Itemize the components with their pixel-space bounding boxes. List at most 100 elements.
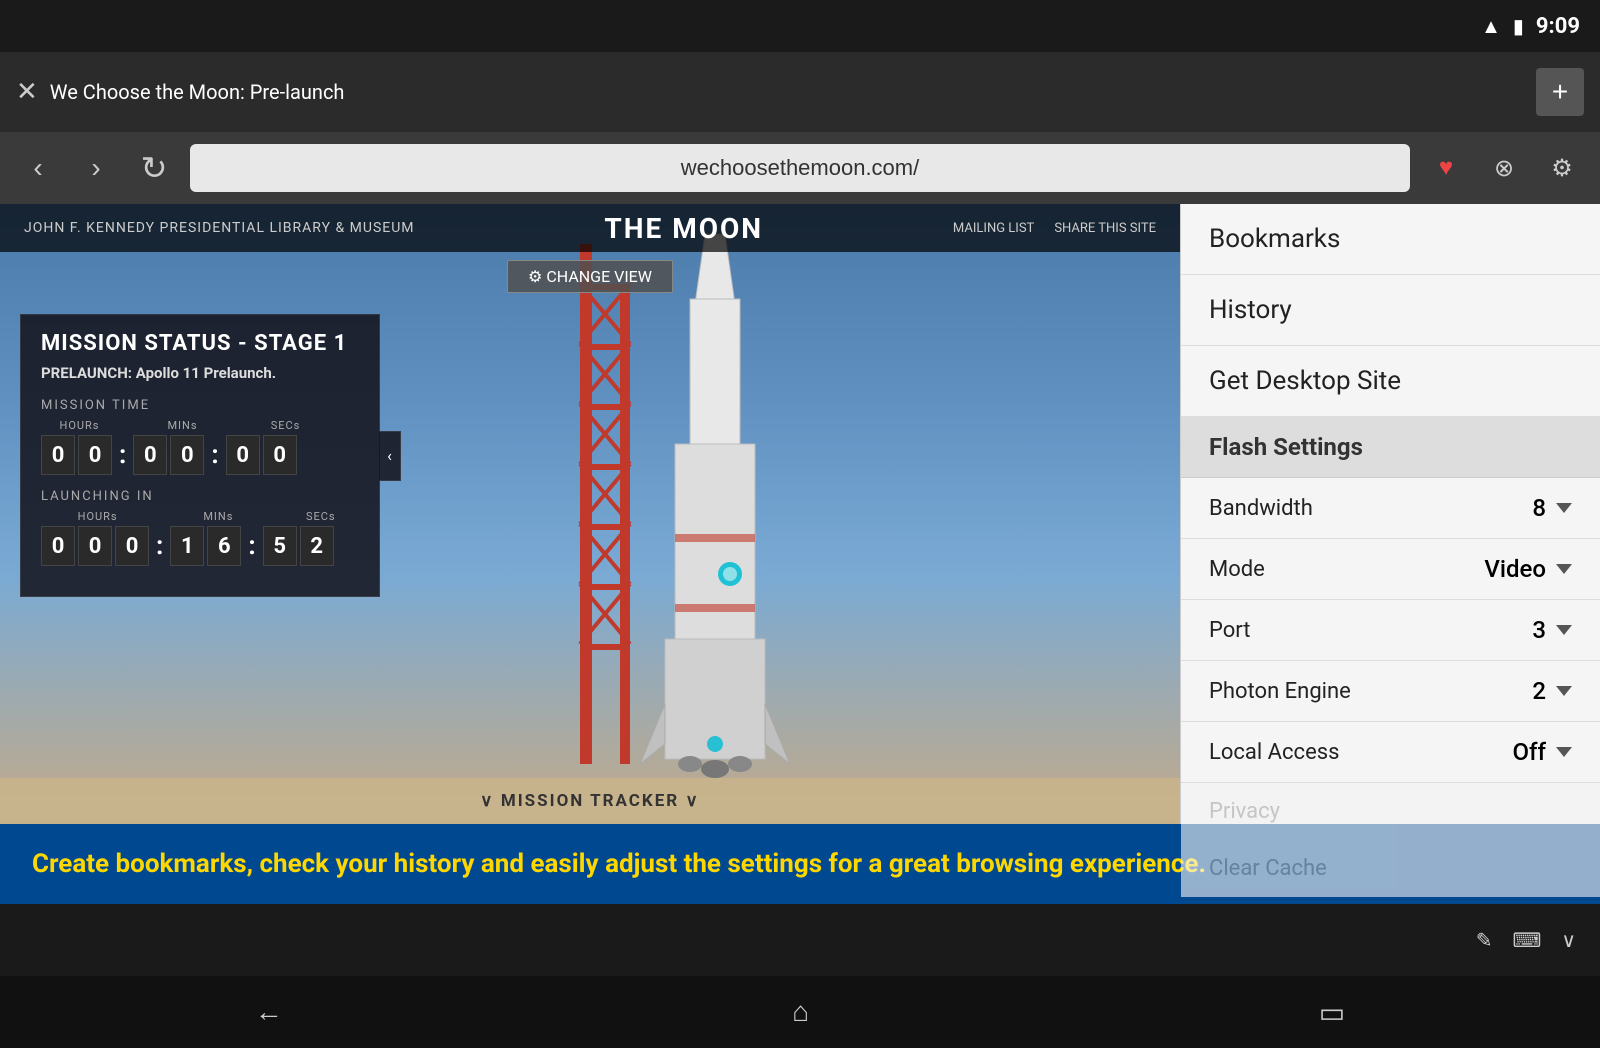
launch-h1: 0	[41, 526, 75, 566]
mission-sec-d1: 0	[226, 435, 260, 475]
launch-h2: 0	[78, 526, 112, 566]
mission-sec-d2: 0	[263, 435, 297, 475]
port-label: Port	[1209, 618, 1250, 643]
bandwidth-dropdown-arrow	[1556, 503, 1572, 513]
tab-title: We Choose the Moon: Pre-launch	[50, 80, 345, 104]
local-access-value-container[interactable]: Off	[1513, 738, 1572, 766]
time-colon-1: :	[116, 440, 129, 470]
launch-m2: 6	[207, 526, 241, 566]
android-home-button[interactable]: ⌂	[792, 996, 809, 1028]
bookmarks-menu-item[interactable]: Bookmarks	[1181, 204, 1600, 275]
android-back-button[interactable]: ←	[255, 996, 283, 1028]
site-nav-share[interactable]: SHARE THIS SITE	[1054, 221, 1156, 236]
launch-colon-2: :	[245, 531, 258, 561]
keyboard-icon[interactable]: ⌨	[1512, 928, 1541, 952]
bookmark-heart-button[interactable]: ♥	[1424, 146, 1468, 190]
launch-s2: 2	[300, 526, 334, 566]
site-nav-mailing-list[interactable]: MAILING LIST	[953, 221, 1034, 236]
mode-value-container[interactable]: Video	[1484, 555, 1572, 583]
bandwidth-value-container[interactable]: 8	[1532, 494, 1572, 522]
mode-setting-row: Mode Video	[1181, 539, 1600, 600]
settings-button[interactable]: ⚙	[1540, 146, 1584, 190]
local-access-dropdown-arrow	[1556, 747, 1572, 757]
android-nav-bar: ← ⌂ ▭	[0, 976, 1600, 1048]
prelaunch-text: Apollo 11 Prelaunch.	[136, 364, 276, 382]
launch-mins-group: 1 6	[170, 526, 241, 566]
new-tab-button[interactable]: +	[1536, 68, 1584, 116]
rocket-area	[560, 224, 860, 804]
mins-sub-label: MINs	[144, 419, 221, 432]
photon-engine-label: Photon Engine	[1209, 679, 1351, 704]
privacy-menu-item[interactable]: Privacy	[1181, 783, 1600, 840]
chevron-down-icon[interactable]: ∨	[1561, 928, 1576, 952]
launching-in-row: 0 0 0 : 1 6 : 5 2	[41, 526, 359, 566]
mission-hour-d2: 0	[78, 435, 112, 475]
launching-label: LAUNCHING IN	[41, 489, 359, 504]
mission-tracker-bar[interactable]: ∨ MISSION TRACKER ∨	[0, 778, 1180, 824]
port-value-container[interactable]: 3	[1532, 616, 1572, 644]
local-access-value: Off	[1513, 738, 1546, 766]
launch-secs-sub-label: SECs	[283, 510, 359, 523]
launch-hours-group: 0 0 0	[41, 526, 149, 566]
stylus-icon[interactable]: ✎	[1476, 928, 1493, 952]
tab-close-icon[interactable]: ✕	[16, 77, 38, 107]
url-bar-row: ‹ › ↻ ♥ ⊗ ⚙	[0, 132, 1600, 204]
mission-min-d1: 0	[133, 435, 167, 475]
wifi-icon: ▲	[1481, 14, 1501, 39]
mission-tracker-text: ∨ MISSION TRACKER ∨	[480, 791, 700, 811]
mission-hours-group: 0 0	[41, 435, 112, 475]
bandwidth-value: 8	[1532, 494, 1546, 522]
local-access-label: Local Access	[1209, 740, 1339, 765]
local-access-setting-row: Local Access Off	[1181, 722, 1600, 783]
mission-min-d2: 0	[170, 435, 204, 475]
get-desktop-site-menu-item[interactable]: Get Desktop Site	[1181, 346, 1600, 417]
photon-engine-dropdown-arrow	[1556, 686, 1572, 696]
url-input[interactable]	[190, 144, 1410, 192]
launch-s1: 5	[263, 526, 297, 566]
mission-title: MISSION STATUS - STAGE 1	[41, 331, 359, 356]
main-area: JOHN F. KENNEDY PRESIDENTIAL LIBRARY & M…	[0, 204, 1600, 824]
web-content: JOHN F. KENNEDY PRESIDENTIAL LIBRARY & M…	[0, 204, 1180, 824]
history-menu-item[interactable]: History	[1181, 275, 1600, 346]
site-nav-title: THE MOON	[604, 212, 763, 245]
launch-mins-sub-label: MINs	[180, 510, 256, 523]
site-topnav: JOHN F. KENNEDY PRESIDENTIAL LIBRARY & M…	[0, 204, 1180, 252]
flash-settings-header: Flash Settings	[1181, 417, 1600, 478]
forward-button[interactable]: ›	[74, 146, 118, 190]
browser-tab-bar: ✕ We Choose the Moon: Pre-launch +	[0, 52, 1600, 132]
right-dropdown-panel: Bookmarks History Get Desktop Site Flash…	[1180, 204, 1600, 824]
mission-time-label: MISSION TIME	[41, 398, 359, 413]
system-nav-bar: ✎ ⌨ ∨	[0, 904, 1600, 976]
system-nav-icons: ✎ ⌨ ∨	[1476, 928, 1576, 952]
back-button[interactable]: ‹	[16, 146, 60, 190]
bandwidth-setting-row: Bandwidth 8	[1181, 478, 1600, 539]
status-icons: ▲ ▮ 9:09	[1481, 14, 1580, 39]
launch-secs-group: 5 2	[263, 526, 334, 566]
android-recents-button[interactable]: ▭	[1319, 996, 1345, 1029]
photon-engine-value-container[interactable]: 2	[1532, 677, 1572, 705]
mission-time-row: 0 0 : 0 0 : 0 0	[41, 435, 359, 475]
secs-sub-label: SECs	[247, 419, 324, 432]
mission-prelaunch: PRELAUNCH: Apollo 11 Prelaunch.	[41, 364, 359, 382]
bottom-banner-text: Create bookmarks, check your history and…	[32, 849, 1206, 879]
prelaunch-label: PRELAUNCH:	[41, 364, 132, 382]
mission-hour-d1: 0	[41, 435, 75, 475]
rocket-svg	[560, 224, 860, 804]
mission-secs-group: 0 0	[226, 435, 297, 475]
mode-label: Mode	[1209, 557, 1265, 582]
status-time: 9:09	[1536, 14, 1580, 39]
time-colon-2: :	[208, 440, 221, 470]
site-nav-right: MAILING LIST SHARE THIS SITE	[953, 221, 1156, 236]
clear-cache-menu-item[interactable]: Clear Cache	[1181, 840, 1600, 897]
change-view-button[interactable]: ⚙ CHANGE VIEW	[507, 260, 673, 293]
mode-value: Video	[1484, 555, 1546, 583]
bandwidth-label: Bandwidth	[1209, 496, 1313, 521]
hours-sub-label: HOURs	[41, 419, 118, 432]
stop-button[interactable]: ⊗	[1482, 146, 1526, 190]
refresh-button[interactable]: ↻	[132, 146, 176, 190]
launch-colon-1: :	[153, 531, 166, 561]
photon-engine-value: 2	[1532, 677, 1546, 705]
port-value: 3	[1532, 616, 1546, 644]
panel-collapse-button[interactable]: ‹	[379, 431, 401, 481]
launch-h3: 0	[115, 526, 149, 566]
